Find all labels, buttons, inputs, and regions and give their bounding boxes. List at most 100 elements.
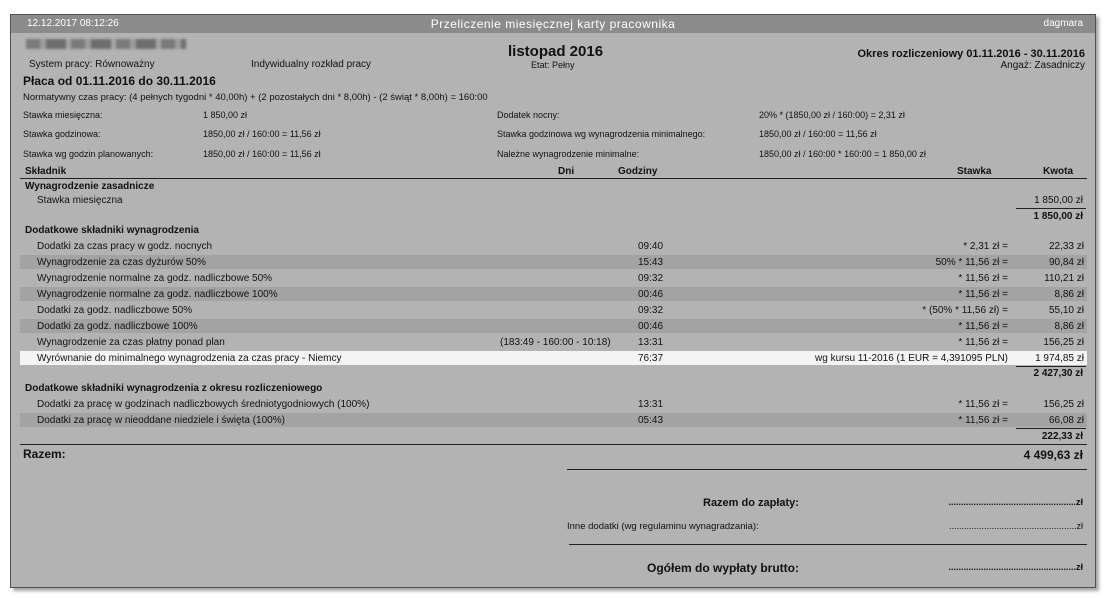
table-row: Dodatki za pracę w nieoddane niedziele i…	[20, 413, 1087, 427]
row-kwota: 90,84 zł	[1048, 257, 1084, 268]
section-title: Wynagrodzenie zasadnicze	[25, 181, 155, 192]
row-name: Stawka miesięczna	[37, 195, 123, 206]
rate-value: 1850,00 zł / 160:00 = 11,56 zł	[759, 129, 877, 139]
col-stawka: Stawka	[957, 166, 992, 177]
row-name: Wyrównanie do minimalnego wynagrodzenia …	[37, 353, 342, 364]
col-dni: Dni	[558, 166, 575, 177]
row-kwota: 8,86 zł	[1054, 321, 1084, 332]
row-name: Wynagrodzenie za czas płatny ponad plan	[37, 337, 225, 348]
table-row: Dodatki za pracę w godzinach nadliczbowy…	[20, 397, 1087, 411]
row-name: Dodatki za pracę w nieoddane niedziele i…	[37, 415, 285, 426]
row-name: Wynagrodzenie normalne za godz. nadliczb…	[37, 289, 278, 300]
okres-rozliczeniowy: Okres rozliczeniowy 01.11.2016 - 30.11.2…	[857, 48, 1086, 60]
subtotal-line	[1016, 208, 1086, 209]
section-title: Dodatkowe składniki wynagrodzenia	[25, 225, 199, 236]
section-total: 222,33 zł	[1041, 431, 1083, 442]
row-stawka: * 11,56 zł =	[958, 273, 1008, 284]
rate-label: Stawka miesięczna:	[23, 110, 103, 120]
header-divider	[20, 178, 1087, 179]
row-godziny: 05:43	[638, 415, 664, 426]
row-dni: (183:49 - 160:00 - 10:18)	[500, 337, 611, 348]
row-godziny: 09:32	[638, 273, 664, 284]
table-row: Dodatki za czas pracy w godz. nocnych 09…	[20, 239, 1087, 253]
row-godziny: 00:46	[638, 289, 664, 300]
row-name: Dodatki za godz. nadliczbowe 100%	[37, 321, 198, 332]
row-godziny: 76:37	[638, 353, 664, 364]
col-kwota: Kwota	[1043, 166, 1073, 177]
row-kwota: 156,25 zł	[1043, 337, 1084, 348]
row-name: Dodatki za czas pracy w godz. nocnych	[37, 241, 213, 252]
row-name: Dodatki za pracę w godzinach nadliczbowy…	[37, 399, 370, 410]
row-stawka: * 11,56 zł =	[958, 399, 1008, 410]
report-window: 12.12.2017 08:12:26 Przeliczenie miesięc…	[10, 14, 1096, 588]
etat: Etat: Pełny	[531, 60, 575, 70]
subtotal-line	[1016, 428, 1086, 429]
placa-period: Płaca od 01.11.2016 do 30.11.2016	[23, 74, 216, 88]
section-total: 1 850,00 zł	[1033, 211, 1083, 222]
row-stawka: * 11,56 zł =	[958, 415, 1008, 426]
razem-divider	[20, 444, 1087, 445]
table-row-highlighted: Wyrównanie do minimalnego wynagrodzenia …	[20, 351, 1087, 365]
redacted-employee-name	[26, 39, 186, 49]
rate-label: Stawka godzinowa:	[23, 129, 101, 139]
col-skladnik: Składnik	[25, 166, 67, 177]
row-kwota: 22,33 zł	[1048, 241, 1084, 252]
rate-value: 1850,00 zł / 160:00 = 11,56 zł	[203, 149, 321, 159]
rate-label: Dodatek nocny:	[497, 110, 560, 120]
row-stawka: * 11,56 zł =	[958, 337, 1008, 348]
col-godziny: Godziny	[618, 166, 658, 177]
do-zaplaty-label: Razem do zapłaty:	[703, 497, 799, 509]
table-row: Dodatki za godz. nadliczbowe 100% 00:46 …	[20, 319, 1087, 333]
rate-value: 20% * (1850,00 zł / 160:00) = 2,31 zł	[759, 110, 905, 120]
month-title: listopad 2016	[508, 43, 604, 60]
row-kwota: 1 850,00 zł	[1034, 195, 1083, 206]
table-row: Wynagrodzenie normalne za godz. nadliczb…	[20, 287, 1087, 301]
row-stawka: * 11,56 zł =	[958, 289, 1008, 300]
row-kwota: 8,86 zł	[1054, 289, 1084, 300]
row-godziny: 09:32	[638, 305, 664, 316]
section-title: Dodatkowe składniki wynagrodzenia z okre…	[25, 383, 323, 394]
rate-label: Stawka wg godzin planowanych:	[23, 149, 154, 159]
table-row: Dodatki za godz. nadliczbowe 50% 09:32 *…	[20, 303, 1087, 317]
table-row: Wynagrodzenie za czas płatny ponad plan …	[20, 335, 1087, 349]
angaz: Angaż: Zasadniczy	[1000, 60, 1086, 71]
section-total: 2 427,30 zł	[1033, 368, 1083, 379]
window-title: Przeliczenie miesięcznej karty pracownik…	[430, 17, 676, 31]
row-kwota: 55,10 zł	[1048, 305, 1084, 316]
ogolem-value: ........................................…	[948, 562, 1083, 572]
razem-value: 4 499,63 zł	[1023, 448, 1083, 462]
row-godziny: 00:46	[638, 321, 664, 332]
row-stawka: * (50% * 11,56 zł) =	[922, 305, 1008, 316]
row-stawka: * 2,31 zł =	[963, 241, 1008, 252]
row-kwota: 1 974,85 zł	[1035, 353, 1084, 364]
summary-line	[567, 469, 1087, 470]
razem-label: Razem:	[23, 447, 66, 461]
row-name: Wynagrodzenie normalne za godz. nadliczb…	[37, 273, 273, 284]
rate-value: 1 850,00 zł	[203, 110, 248, 120]
row-godziny: 13:31	[638, 399, 664, 410]
user-name: dagmara	[1043, 18, 1083, 29]
table-row: Wynagrodzenie za czas dyżurów 50% 15:43 …	[20, 255, 1087, 269]
row-godziny: 15:43	[638, 257, 664, 268]
rate-value: 1850,00 zł / 160:00 = 11,56 zł	[203, 129, 321, 139]
row-kwota: 66,08 zł	[1048, 415, 1084, 426]
inne-dodatki-value: ........................................…	[948, 521, 1083, 531]
row-stawka: wg kursu 11-2016 (1 EUR = 4,391095 PLN)	[815, 353, 1008, 364]
summary-line	[569, 544, 1087, 545]
title-bar: 12.12.2017 08:12:26 Przeliczenie miesięc…	[11, 15, 1095, 33]
row-stawka: 50% * 11,56 zł =	[935, 257, 1008, 268]
ogolem-label: Ogółem do wypłaty brutto:	[647, 561, 799, 575]
normatywny-czas: Normatywny czas pracy: (4 pełnych tygodn…	[23, 92, 488, 103]
rate-label: Należne wynagrodzenie minimalne:	[497, 149, 640, 159]
subtotal-line	[1016, 366, 1086, 367]
row-stawka: * 11,56 zł =	[958, 321, 1008, 332]
table-row: Wynagrodzenie normalne za godz. nadliczb…	[20, 271, 1087, 285]
row-kwota: 156,25 zł	[1043, 399, 1084, 410]
inne-dodatki-label: Inne dodatki (wg regulaminu wynagradzani…	[567, 521, 759, 532]
rate-value: 1850,00 zł / 160:00 * 160:00 = 1 850,00 …	[759, 149, 926, 159]
do-zaplaty-value: ........................................…	[948, 497, 1083, 507]
rate-label: Stawka godzinowa wg wynagrodzenia minima…	[497, 129, 706, 139]
system-pracy: System pracy: Równoważny	[29, 59, 155, 70]
rozklad-pracy: Indywidualny rozkład pracy	[251, 59, 372, 70]
row-name: Wynagrodzenie za czas dyżurów 50%	[37, 257, 206, 268]
